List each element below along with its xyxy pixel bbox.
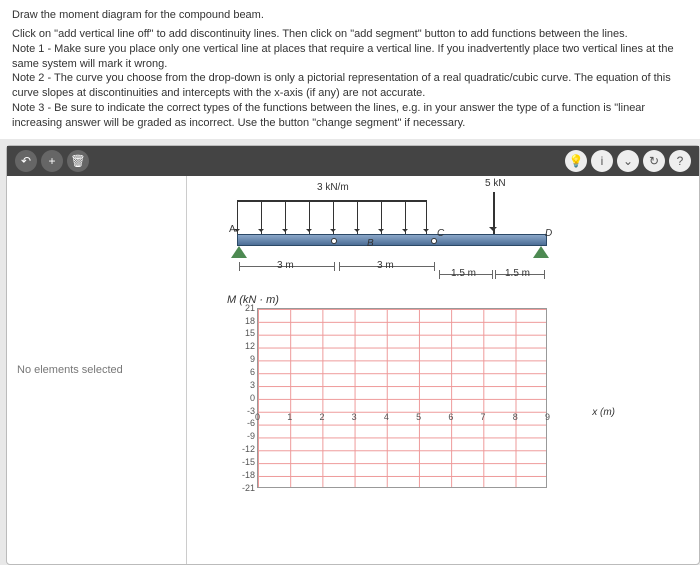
point-d-label: D (545, 228, 552, 239)
dim-2-label: 3 m (377, 260, 394, 271)
x-tick: 1 (287, 412, 292, 422)
point-b-label: B (367, 238, 374, 249)
x-tick: 0 (255, 412, 260, 422)
x-tick: 8 (513, 412, 518, 422)
dim-3-label: 1.5 m (451, 268, 476, 279)
y-tick: -9 (227, 431, 255, 441)
instructions-block: Draw the moment diagram for the compound… (0, 0, 700, 139)
y-tick: -3 (227, 406, 255, 416)
y-tick: 6 (227, 367, 255, 377)
y-tick: 21 (227, 303, 255, 313)
drawing-app: ↶ + 🗑 💡 i ⌄ ↻ ? No elements selected 3 k… (6, 145, 700, 565)
reset-button[interactable]: ↻ (643, 150, 665, 172)
y-tick: -21 (227, 483, 255, 493)
selection-sidebar: No elements selected (7, 176, 187, 564)
x-tick: 2 (319, 412, 324, 422)
instruction-line: Click on "add vertical line off" to add … (12, 27, 688, 42)
point-load-label: 5 kN (485, 178, 506, 189)
x-tick: 6 (448, 412, 453, 422)
point-a-label: A (229, 224, 236, 235)
y-tick: -15 (227, 457, 255, 467)
y-tick: 0 (227, 393, 255, 403)
support-d (533, 246, 549, 258)
x-tick: 5 (416, 412, 421, 422)
y-tick: 18 (227, 316, 255, 326)
x-tick: 3 (352, 412, 357, 422)
note-2: Note 2 - The curve you choose from the d… (12, 71, 688, 101)
info-button[interactable]: i (591, 150, 613, 172)
y-tick: 12 (227, 341, 255, 351)
moment-chart[interactable]: M (kN · m) x (m) 211815129630-3-6-9-12-1… (227, 294, 577, 504)
add-button[interactable]: + (41, 150, 63, 172)
x-tick: 9 (545, 412, 550, 422)
hinge-b (331, 238, 337, 244)
point-c-label: C (437, 228, 444, 239)
hint-button[interactable]: 💡 (565, 150, 587, 172)
delete-button[interactable]: 🗑 (67, 150, 89, 172)
beam-diagram: 3 kN/m 5 kN A B C D (227, 184, 577, 284)
problem-title: Draw the moment diagram for the compound… (12, 8, 688, 23)
note-3: Note 3 - Be sure to indicate the correct… (12, 101, 688, 131)
y-tick: -18 (227, 470, 255, 480)
x-tick: 7 (481, 412, 486, 422)
note-1: Note 1 - Make sure you place only one ve… (12, 42, 688, 72)
chart-grid[interactable] (257, 308, 547, 488)
y-tick: -6 (227, 418, 255, 428)
support-a (231, 246, 247, 258)
beam-body (237, 234, 547, 246)
selection-message: No elements selected (17, 364, 123, 376)
distributed-load-label: 3 kN/m (317, 182, 349, 193)
point-load-arrow (493, 192, 495, 234)
chart-y-title: M (kN · m) (227, 294, 577, 306)
dropdown-button[interactable]: ⌄ (617, 150, 639, 172)
undo-button[interactable]: ↶ (15, 150, 37, 172)
distributed-load (237, 200, 427, 234)
toolbar: ↶ + 🗑 💡 i ⌄ ↻ ? (7, 146, 699, 176)
y-tick: 15 (227, 328, 255, 338)
dim-1-label: 3 m (277, 260, 294, 271)
x-tick: 4 (384, 412, 389, 422)
help-button[interactable]: ? (669, 150, 691, 172)
y-tick: -12 (227, 444, 255, 454)
canvas-area[interactable]: 3 kN/m 5 kN A B C D (187, 176, 699, 564)
chart-x-title: x (m) (592, 407, 615, 418)
dim-4-label: 1.5 m (505, 268, 530, 279)
y-tick: 9 (227, 354, 255, 364)
y-tick: 3 (227, 380, 255, 390)
